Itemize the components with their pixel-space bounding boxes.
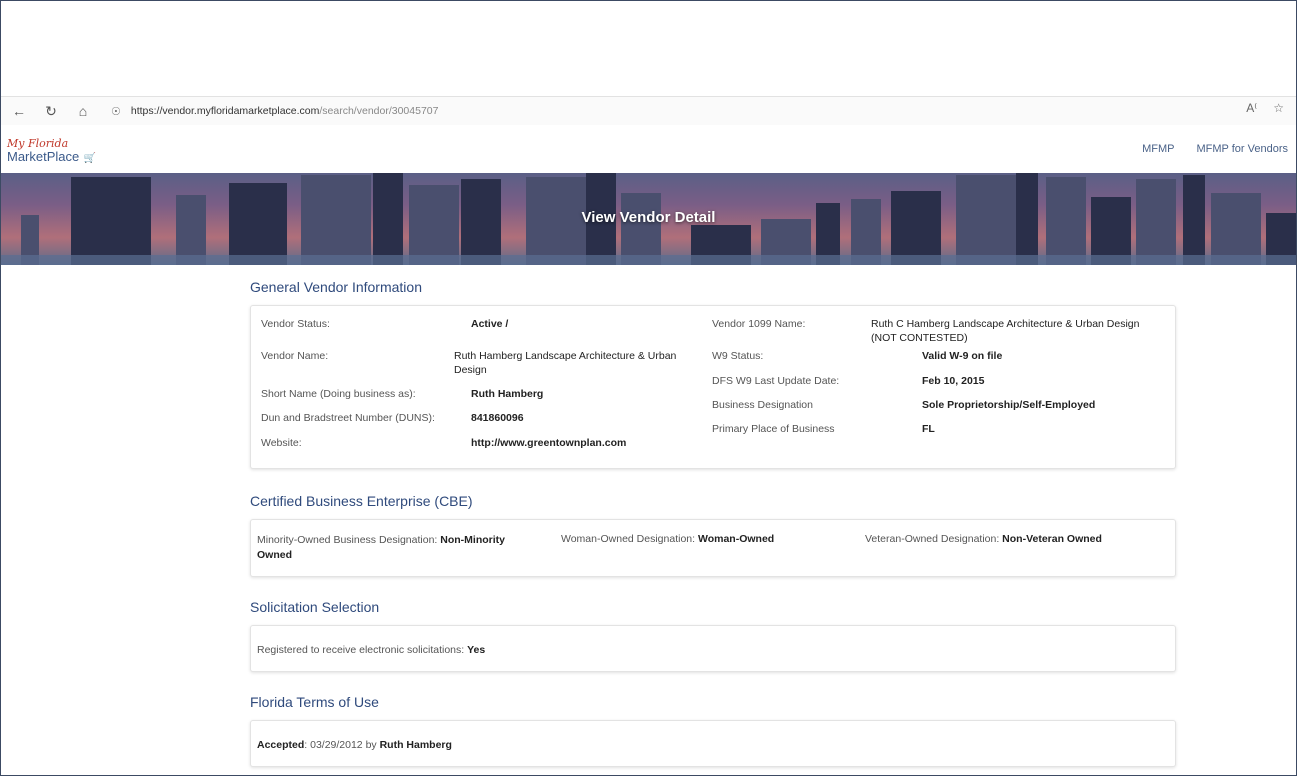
logo-text-line1: My Florida bbox=[7, 137, 69, 150]
home-icon[interactable]: ⌂ bbox=[73, 103, 93, 119]
vendor-1099-value-line1: Ruth C Hamberg Landscape Architecture & … bbox=[871, 318, 1140, 330]
vendor-status-label: Vendor Status: bbox=[261, 318, 330, 330]
logo-text-line2: MarketPlace bbox=[7, 149, 80, 164]
back-icon[interactable]: ← bbox=[9, 103, 29, 119]
minority-value-line2: Owned bbox=[257, 549, 293, 561]
skyline-banner: View Vendor Detail bbox=[1, 173, 1296, 265]
veteran-designation: Veteran-Owned Designation: Non-Veteran O… bbox=[865, 533, 1102, 545]
solicitation-card: Registered to receive electronic solicit… bbox=[250, 625, 1176, 672]
website-value[interactable]: http://www.greentownplan.com bbox=[471, 437, 626, 449]
nav-link-mfmp-for-vendors[interactable]: MFMP for Vendors bbox=[1197, 143, 1289, 155]
terms-row: Accepted: 03/29/2012 by Ruth Hamberg bbox=[257, 739, 452, 751]
browser-toolbar: ← ↻ ⌂ ☉ https://vendor.myfloridamarketpl… bbox=[1, 96, 1296, 126]
website-label: Website: bbox=[261, 437, 302, 449]
cbe-card: Minority-Owned Business Designation: Non… bbox=[250, 519, 1176, 577]
section-title-general: General Vendor Information bbox=[250, 279, 422, 295]
accepted-by-name: Ruth Hamberg bbox=[379, 739, 452, 751]
site-header: My Florida MarketPlace 🛒 MFMP MFMP for V… bbox=[1, 125, 1296, 173]
short-name-label: Short Name (Doing business as): bbox=[261, 388, 416, 400]
minority-designation: Minority-Owned Business Designation: Non… bbox=[257, 533, 557, 563]
url-path: /search/vendor/30045707 bbox=[319, 105, 439, 117]
favorite-star-icon[interactable]: ☆ bbox=[1273, 101, 1284, 115]
dfs-w9-date-label: DFS W9 Last Update Date: bbox=[712, 375, 840, 387]
dfs-w9-date-value: Feb 10, 2015 bbox=[922, 375, 985, 387]
vendor-name-label: Vendor Name: bbox=[261, 350, 329, 362]
minority-label: Minority-Owned Business Designation: bbox=[257, 534, 438, 546]
section-title-solicitation: Solicitation Selection bbox=[250, 599, 380, 615]
myfloridamarketplace-logo[interactable]: My Florida MarketPlace 🛒 bbox=[7, 138, 96, 165]
woman-designation: Woman-Owned Designation: Woman-Owned bbox=[561, 533, 774, 545]
duns-label: Dun and Bradstreet Number (DUNS): bbox=[261, 412, 435, 424]
solicitation-label: Registered to receive electronic solicit… bbox=[257, 644, 465, 656]
refresh-icon[interactable]: ↻ bbox=[41, 103, 61, 120]
read-aloud-icon[interactable]: A⁽ bbox=[1246, 101, 1257, 115]
nav-link-mfmp[interactable]: MFMP bbox=[1142, 143, 1174, 155]
solicitation-value: Yes bbox=[467, 644, 486, 656]
vendor-status-value: Active / bbox=[471, 318, 509, 330]
url-host: https://vendor.myfloridamarketplace.com bbox=[130, 105, 320, 117]
accepted-label: Accepted bbox=[257, 739, 305, 751]
business-designation-label: Business Designation bbox=[712, 399, 813, 411]
w9-status-label: W9 Status: bbox=[712, 350, 764, 362]
vendor-name-value-line1: Ruth Hamberg Landscape Architecture & Ur… bbox=[454, 350, 677, 362]
section-title-terms: Florida Terms of Use bbox=[250, 694, 379, 710]
primary-place-label: Primary Place of Business bbox=[712, 423, 835, 435]
vendor-name-value-line2: Design bbox=[454, 364, 487, 376]
vendor-1099-label: Vendor 1099 Name: bbox=[712, 318, 806, 330]
business-designation-value: Sole Proprietorship/Self-Employed bbox=[922, 399, 1096, 411]
vendor-detail-content: General Vendor Information Vendor Status… bbox=[250, 279, 1176, 767]
lock-icon: ☉ bbox=[111, 105, 121, 118]
duns-value: 841860096 bbox=[471, 412, 524, 424]
cart-icon: 🛒 bbox=[83, 153, 97, 164]
solicitation-row: Registered to receive electronic solicit… bbox=[257, 644, 485, 656]
address-bar[interactable]: https://vendor.myfloridamarketplace.com/… bbox=[131, 105, 439, 117]
screenshot-frame: ← ↻ ⌂ ☉ https://vendor.myfloridamarketpl… bbox=[0, 0, 1297, 776]
short-name-value: Ruth Hamberg bbox=[471, 388, 544, 400]
woman-label: Woman-Owned Designation: bbox=[561, 533, 696, 545]
vendor-1099-value-line2: (NOT CONTESTED) bbox=[871, 332, 968, 344]
veteran-label: Veteran-Owned Designation: bbox=[865, 533, 1000, 545]
woman-value: Woman-Owned bbox=[697, 533, 775, 545]
page-title: View Vendor Detail bbox=[581, 209, 716, 226]
minority-value-line1: Non-Minority bbox=[440, 534, 506, 546]
veteran-value: Non-Veteran Owned bbox=[1002, 533, 1102, 545]
w9-status-value: Valid W-9 on file bbox=[922, 350, 1003, 362]
terms-card: Accepted: 03/29/2012 by Ruth Hamberg bbox=[250, 720, 1176, 767]
primary-place-value: FL bbox=[922, 423, 935, 435]
accepted-date: : 03/29/2012 by bbox=[304, 739, 377, 751]
section-title-cbe: Certified Business Enterprise (CBE) bbox=[250, 493, 473, 509]
general-info-card: Vendor Status: Active / Vendor Name: Rut… bbox=[250, 305, 1176, 469]
